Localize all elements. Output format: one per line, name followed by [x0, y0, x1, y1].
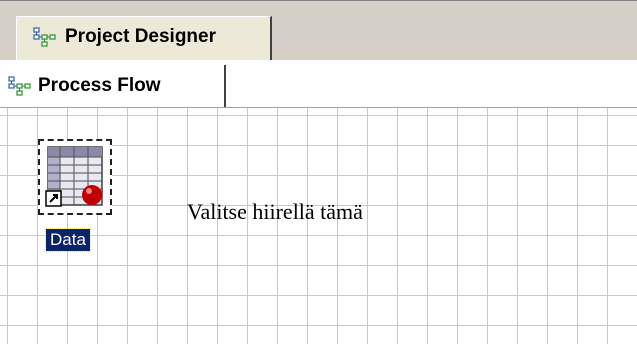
data-node-label[interactable]: Data — [45, 228, 91, 252]
process-flow-icon — [33, 27, 57, 52]
tab-project-designer[interactable]: Project Designer — [16, 16, 272, 60]
process-flow-canvas[interactable]: Data Valitse hiirellä tämä — [0, 108, 637, 344]
project-designer-tab-bar: Project Designer — [0, 0, 637, 61]
tab-project-designer-label: Project Designer — [65, 26, 216, 47]
process-flow-tab-bar: Process Flow — [0, 60, 637, 108]
tab-process-flow[interactable]: Process Flow — [0, 65, 226, 107]
hint-text: Valitse hiirellä tämä — [187, 199, 363, 224]
data-table-icon — [44, 145, 106, 214]
process-flow-icon — [8, 76, 32, 101]
data-node[interactable] — [38, 139, 112, 215]
tab-process-flow-label: Process Flow — [38, 75, 161, 96]
